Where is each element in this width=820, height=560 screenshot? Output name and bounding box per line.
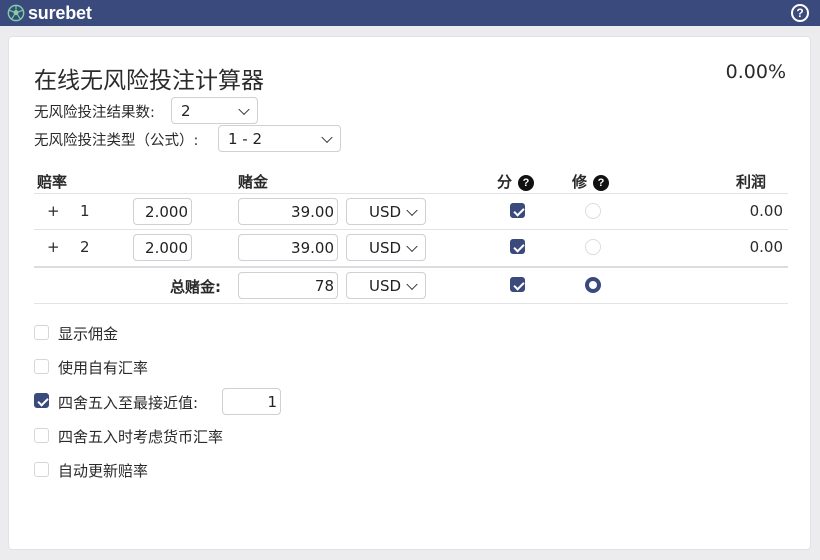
own-rates-label[interactable]: 使用自有汇率 [58, 357, 148, 378]
formula-select-value: 1 - 2 [228, 129, 263, 148]
row-1-odds-input[interactable]: 2.000 [133, 198, 192, 225]
row-1-profit: 0.00 [749, 202, 783, 220]
page-title: 在线无风险投注计算器 [34, 68, 264, 94]
help-icon[interactable]: ? [518, 175, 535, 191]
top-bar: surebet ? [0, 0, 820, 26]
total-currency-select[interactable]: USD [346, 272, 426, 299]
divider [34, 193, 788, 194]
chevron-down-icon [406, 204, 418, 216]
total-split-checkbox[interactable] [510, 277, 525, 292]
split-header-label: 分 [497, 173, 513, 191]
chevron-down-icon [321, 131, 333, 143]
row-1-index: 1 [80, 202, 90, 220]
row-2-currency-select[interactable]: USD [346, 234, 426, 261]
round-value-input[interactable]: 1 [222, 388, 281, 415]
row-1-split-checkbox[interactable] [510, 203, 525, 218]
round-currency-label[interactable]: 四舍五入时考虑货币汇率 [58, 426, 223, 447]
split-header: 分? [497, 171, 535, 192]
profit-percent: 0.00% [725, 61, 786, 83]
total-stake-label: 总赌金: [170, 278, 221, 296]
help-icon[interactable]: ? [791, 4, 809, 22]
row-1-currency-select[interactable]: USD [346, 198, 426, 225]
row-2-fix-radio[interactable] [585, 239, 601, 255]
row-1-add[interactable]: + [47, 202, 60, 220]
help-icon[interactable]: ? [593, 175, 610, 191]
row-1-stake-input[interactable]: 39.00 [238, 198, 338, 225]
round-checkbox[interactable] [34, 393, 49, 408]
calculator-card: 在线无风险投注计算器 0.00% 无风险投注结果数: 2 无风险投注类型（公式）… [8, 36, 811, 550]
total-fix-radio[interactable] [585, 277, 601, 293]
row-2-stake-input[interactable]: 39.00 [238, 234, 338, 261]
divider [34, 303, 788, 304]
outcomes-select[interactable]: 2 [171, 97, 258, 124]
round-label[interactable]: 四舍五入至最接近值: [58, 392, 198, 413]
logo-text: surebet [28, 2, 92, 23]
divider [34, 229, 788, 230]
chevron-down-icon [406, 240, 418, 252]
total-currency-value: USD [369, 276, 402, 295]
row-2-currency-value: USD [369, 238, 402, 257]
own-rates-checkbox[interactable] [34, 359, 49, 374]
fix-header-label: 修 [572, 173, 588, 191]
row-2-profit: 0.00 [749, 238, 783, 256]
row-2-index: 2 [80, 238, 90, 256]
row-2-odds-input[interactable]: 2.000 [133, 234, 192, 261]
profit-header: 利润 [736, 173, 767, 191]
logo[interactable]: surebet [7, 2, 92, 24]
total-stake-input[interactable]: 78 [238, 272, 338, 299]
auto-update-label[interactable]: 自动更新赔率 [58, 460, 148, 481]
fix-header: 修? [572, 171, 610, 192]
row-2-split-checkbox[interactable] [510, 239, 525, 254]
chevron-down-icon [406, 278, 418, 290]
formula-label: 无风险投注类型（公式）: [34, 133, 199, 149]
show-commission-checkbox[interactable] [34, 325, 49, 340]
formula-select[interactable]: 1 - 2 [218, 125, 341, 152]
divider [34, 266, 788, 268]
chevron-down-icon [238, 103, 250, 115]
show-commission-label[interactable]: 显示佣金 [58, 323, 118, 344]
round-currency-checkbox[interactable] [34, 428, 49, 443]
soccer-ball-icon [7, 4, 25, 22]
row-1-currency-value: USD [369, 202, 402, 221]
odds-header: 赔率 [37, 173, 68, 191]
stake-header: 赌金 [238, 173, 269, 191]
outcomes-select-value: 2 [181, 101, 191, 120]
outcomes-label: 无风险投注结果数: [34, 105, 155, 121]
auto-update-checkbox[interactable] [34, 462, 49, 477]
row-1-fix-radio[interactable] [585, 203, 601, 219]
row-2-add[interactable]: + [47, 238, 60, 256]
